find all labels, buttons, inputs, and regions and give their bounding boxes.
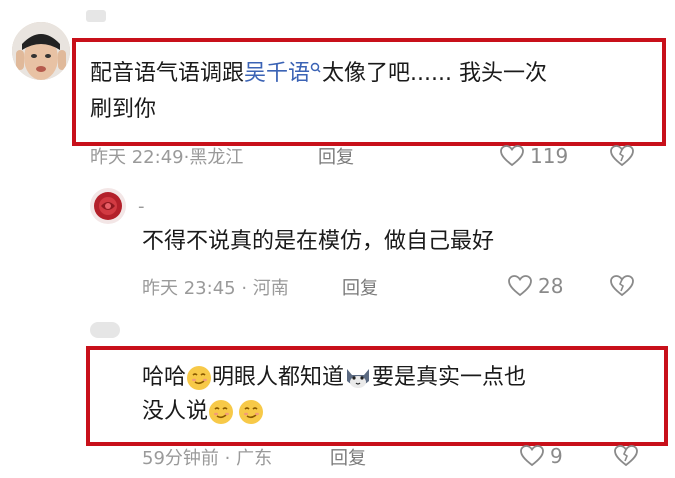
comment-1-text-before: 配音语气语调跟: [90, 61, 245, 86]
comment-3-text-c: 要是真实一点也: [372, 365, 527, 390]
comment-1-text: 配音语气语调跟吴千语 太像了吧...... 我头一次: [90, 58, 547, 90]
smirk-emoji-icon: [187, 366, 212, 390]
comment-2-location: 河南: [252, 278, 289, 299]
cat-emoji-icon: [347, 369, 370, 388]
comment-1-text-after: 太像了吧...... 我头一次: [322, 61, 547, 86]
comment-3-location: 广东: [236, 448, 273, 469]
mention-link[interactable]: 吴千语: [244, 61, 310, 86]
comment-3-text-b: 明眼人都知道: [212, 365, 345, 390]
comment-1-text-line2: 刷到你: [90, 97, 157, 122]
reply-button-3[interactable]: 回复: [330, 444, 366, 470]
reply-button-1[interactable]: 回复: [318, 143, 354, 169]
comment-3-time: 59分钟前: [142, 448, 219, 469]
username-redacted: [90, 322, 120, 338]
like-count-3: 9: [550, 444, 563, 468]
comment-2-text: 不得不说真的是在模仿，做自己最好: [142, 229, 495, 254]
heart-outline-icon[interactable]: [520, 445, 544, 467]
heart-outline-icon[interactable]: [500, 145, 524, 167]
search-icon[interactable]: [310, 62, 322, 78]
like-count-1: 119: [530, 144, 569, 168]
comment-1-location: 黑龙江: [189, 147, 244, 168]
reply-button-2[interactable]: 回复: [342, 274, 378, 300]
username-redacted: [86, 10, 106, 22]
meta-separator: ·: [218, 448, 237, 469]
comment-2-meta: 昨天 23:45 · 河南: [142, 274, 289, 300]
comment-2-time: 昨天 23:45: [142, 278, 236, 299]
smirk-emoji-icon: [209, 400, 234, 424]
meta-separator: ·: [235, 278, 253, 299]
avatar-user-2[interactable]: [90, 188, 126, 224]
comment-1-meta: 昨天 22:49·黑龙江: [90, 143, 243, 169]
comment-3-meta: 59分钟前 · 广东: [142, 444, 272, 470]
comment-1-time: 昨天 22:49: [90, 147, 184, 168]
avatar-user-1[interactable]: [12, 22, 70, 80]
like-count-2: 28: [538, 274, 564, 298]
comment-3-text: 哈哈 明眼人都知道 要是真实一点也: [142, 362, 526, 394]
broken-heart-icon[interactable]: [610, 145, 634, 167]
comment-3-text-a: 哈哈: [142, 365, 187, 390]
comment-3-text-line2: 没人说: [142, 396, 264, 428]
comment-3-text-line2-label: 没人说: [142, 399, 209, 424]
heart-outline-icon[interactable]: [508, 275, 532, 297]
highlight-box-comment-1: [72, 38, 666, 146]
avatar-face-image: [12, 22, 70, 80]
broken-heart-icon[interactable]: [614, 445, 638, 467]
smirk-emoji-icon: [239, 400, 264, 424]
avatar-rose-image: [90, 188, 126, 224]
broken-heart-icon[interactable]: [610, 275, 634, 297]
username-2[interactable]: -: [138, 196, 145, 217]
